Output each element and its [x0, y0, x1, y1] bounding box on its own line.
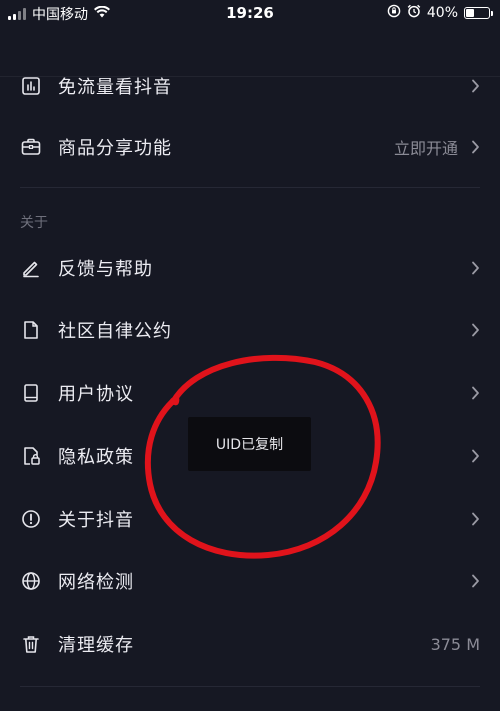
lock-file-icon — [20, 445, 42, 467]
chevron-right-icon — [468, 261, 482, 275]
list-item-label: 反馈与帮助 — [58, 259, 153, 280]
bottom-divider — [20, 686, 480, 687]
chart-icon — [20, 75, 42, 97]
section-header-about: 关于 — [20, 215, 48, 231]
info-icon — [20, 508, 42, 530]
list-item-clear-cache[interactable]: 清理缓存 375 M — [0, 613, 500, 675]
chevron-right-icon — [468, 140, 482, 154]
list-item-label: 隐私政策 — [58, 447, 134, 468]
section-divider — [20, 187, 480, 188]
trash-icon — [20, 633, 42, 655]
chevron-right-icon — [468, 574, 482, 588]
chevron-right-icon — [468, 449, 482, 463]
list-item-product-share[interactable]: 商品分享功能 立即开通 — [0, 116, 500, 178]
list-item-about-douyin[interactable]: 关于抖音 — [0, 488, 500, 550]
status-bar: 中国移动 19:26 40% — [0, 0, 500, 26]
chevron-right-icon — [468, 386, 482, 400]
rotation-lock-icon — [387, 4, 401, 22]
document-icon — [20, 319, 42, 341]
briefcase-icon — [20, 136, 42, 158]
cache-size-value: 375 M — [430, 634, 480, 654]
list-item-label: 网络检测 — [58, 572, 134, 593]
globe-icon — [20, 570, 42, 592]
battery-percent: 40% — [426, 5, 458, 21]
list-item-label: 清理缓存 — [58, 635, 134, 656]
battery-icon — [464, 7, 493, 19]
list-item-network-check[interactable]: 网络检测 — [0, 550, 500, 612]
chevron-right-icon — [468, 323, 482, 337]
list-item-label: 关于抖音 — [58, 510, 134, 531]
list-item-label: 商品分享功能 — [58, 138, 172, 159]
nav-bar-backdrop — [0, 26, 500, 76]
nav-divider — [0, 76, 500, 77]
pencil-icon — [20, 257, 42, 279]
list-item-label: 用户协议 — [58, 384, 134, 405]
status-right: 40% — [387, 4, 493, 22]
list-item-label: 社区自律公约 — [58, 321, 172, 342]
chevron-right-icon — [468, 512, 482, 526]
activate-now-label: 立即开通 — [393, 139, 458, 158]
list-item-user-agreement[interactable]: 用户协议 — [0, 362, 500, 424]
chevron-right-icon — [468, 79, 482, 93]
list-item-feedback[interactable]: 反馈与帮助 — [0, 237, 500, 299]
alarm-icon — [407, 4, 421, 22]
list-item-community-rules[interactable]: 社区自律公约 — [0, 299, 500, 361]
uid-copied-toast: UID已复制 — [188, 417, 311, 471]
book-icon — [20, 382, 42, 404]
